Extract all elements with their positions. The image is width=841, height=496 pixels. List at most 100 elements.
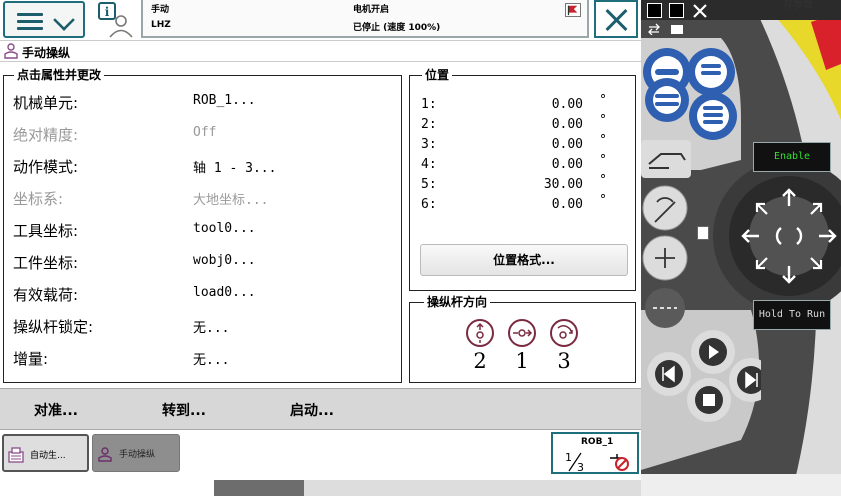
- operating-mode: 手动: [151, 5, 170, 15]
- axis-value: 0.00: [551, 197, 583, 212]
- property-label: 机械单元:: [13, 94, 79, 112]
- usb-port-icon: [697, 226, 709, 240]
- property-coordinate-system: 坐标系: 大地坐标...: [10, 185, 395, 209]
- bottom-strip-light: [304, 480, 641, 496]
- degree-unit: °: [599, 93, 607, 108]
- jogging-task-icon: [98, 447, 112, 462]
- degree-unit: °: [599, 153, 607, 168]
- position-row: 1: 0.00 °: [421, 93, 611, 116]
- position-row: 3: 0.00 °: [421, 133, 611, 156]
- chevron-down-icon: [53, 9, 75, 31]
- bottom-strip: [0, 474, 641, 496]
- flexpendant-screen: i 手动 LHZ 电机开启 已停止 (速度 100%) 手动操纵 点击属性并更改…: [0, 0, 641, 496]
- top-bar: i 手动 LHZ 电机开启 已停止 (速度 100%): [0, 0, 641, 42]
- joystick-icon[interactable]: [739, 186, 839, 286]
- property-absolute-accuracy: 绝对精度: Off: [10, 121, 395, 145]
- property-payload[interactable]: 有效载荷: load0...: [10, 281, 395, 305]
- quickset-unit-label: ROB_1: [581, 437, 614, 447]
- svg-text:3: 3: [577, 461, 584, 472]
- property-tool[interactable]: 工具坐标: tool0...: [10, 217, 395, 241]
- minimize-icon[interactable]: [669, 3, 684, 18]
- jogging-icon: [4, 43, 18, 59]
- degree-unit: °: [599, 193, 607, 208]
- property-label: 坐标系:: [13, 190, 64, 208]
- property-value: 大地坐标...: [193, 193, 269, 208]
- property-joystick-lock[interactable]: 操纵杆锁定: 无...: [10, 313, 395, 337]
- joystick-number: 1: [515, 349, 529, 373]
- pendant-hardware: 存参数 Enable Hold To Run: [641, 0, 841, 496]
- position-group-title: 位置: [422, 68, 453, 82]
- status-bar[interactable]: 手动 LHZ 电机开启 已停止 (速度 100%): [141, 0, 589, 38]
- property-label: 动作模式:: [13, 158, 79, 176]
- bottom-strip-dark: [214, 480, 304, 496]
- property-work-object[interactable]: 工件坐标: wobj0...: [10, 249, 395, 273]
- degree-unit: °: [599, 173, 607, 188]
- position-row: 5: 30.00 °: [421, 173, 611, 196]
- axis-index: 1:: [421, 97, 437, 112]
- activate-button[interactable]: 启动...: [290, 400, 334, 420]
- joystick-number: 3: [557, 349, 571, 373]
- close-icon[interactable]: [691, 2, 709, 20]
- task-jogging[interactable]: 手动操纵: [92, 434, 180, 472]
- property-value: load0...: [193, 285, 256, 300]
- property-label: 增量:: [13, 350, 49, 368]
- task-auto-production[interactable]: 自动生...: [2, 434, 89, 472]
- property-value: 无...: [193, 321, 230, 336]
- auto-production-icon: [8, 447, 24, 463]
- axis-1-icon: [508, 319, 536, 347]
- align-button[interactable]: 对准...: [34, 400, 78, 420]
- axis-value: 0.00: [551, 117, 583, 132]
- goto-button[interactable]: 转到...: [162, 400, 206, 420]
- property-label: 绝对精度:: [13, 126, 79, 144]
- property-increment[interactable]: 增量: 无...: [10, 345, 395, 369]
- view-title-bar: 手动操纵: [0, 40, 641, 62]
- command-bar: 对准... 转到... 启动...: [0, 388, 641, 430]
- no-increment-icon: [610, 454, 629, 471]
- property-label: 工具坐标:: [13, 222, 79, 240]
- properties-group-title: 点击属性并更改: [14, 68, 105, 82]
- page-title: 手动操纵: [22, 46, 71, 60]
- svg-text:i: i: [105, 5, 110, 19]
- close-button[interactable]: [594, 0, 638, 38]
- property-value: Off: [193, 125, 217, 140]
- program-execution-keys[interactable]: [641, 326, 761, 436]
- svg-text:1: 1: [565, 451, 572, 464]
- motor-state: 电机开启: [353, 5, 390, 15]
- operator-window-icon[interactable]: i: [96, 2, 134, 38]
- property-label: 有效载荷:: [13, 286, 79, 304]
- main-menu-button[interactable]: [3, 1, 85, 38]
- motion-mode-keys[interactable]: [641, 140, 701, 340]
- property-value: tool0...: [193, 221, 256, 236]
- axis-value: 0.00: [551, 137, 583, 152]
- joystick-number: 2: [473, 349, 487, 373]
- property-mechanical-unit[interactable]: 机械单元: ROB_1...: [10, 89, 395, 113]
- axis-value: 0.00: [551, 97, 583, 112]
- property-value: 轴 1 - 3...: [193, 161, 277, 176]
- restore-icon[interactable]: [647, 3, 662, 18]
- axis-index: 5:: [421, 177, 437, 192]
- axis-value: 0.00: [551, 157, 583, 172]
- task-label: 自动生...: [30, 451, 66, 461]
- property-motion-mode[interactable]: 动作模式: 轴 1 - 3...: [10, 153, 395, 177]
- axis-index: 2:: [421, 117, 437, 132]
- toolbar-icons[interactable]: [647, 23, 687, 35]
- property-value: ROB_1...: [193, 93, 256, 108]
- position-row: 4: 0.00 °: [421, 153, 611, 176]
- axis-index: 6:: [421, 197, 437, 212]
- system-name: LHZ: [151, 20, 171, 30]
- event-log-icon[interactable]: [565, 3, 581, 17]
- position-format-button[interactable]: 位置格式...: [420, 244, 628, 276]
- axis-2-icon: [466, 319, 494, 347]
- enable-indicator: Enable: [753, 142, 831, 172]
- hardware-corner-text: 存参数: [783, 0, 813, 11]
- quickset-button[interactable]: ROB_1 1 3: [551, 432, 639, 474]
- axis-group-fraction-icon: 1 3: [565, 451, 584, 472]
- task-label: 手动操纵: [119, 450, 156, 460]
- run-state: 已停止 (速度 100%): [353, 23, 441, 33]
- hold-to-run-button[interactable]: Hold To Run: [753, 300, 831, 330]
- property-label: 操纵杆锁定:: [13, 318, 94, 336]
- axis-3-icon: [550, 319, 578, 347]
- hamburger-icon: [17, 13, 43, 30]
- property-label: 工件坐标:: [13, 254, 79, 272]
- degree-unit: °: [599, 133, 607, 148]
